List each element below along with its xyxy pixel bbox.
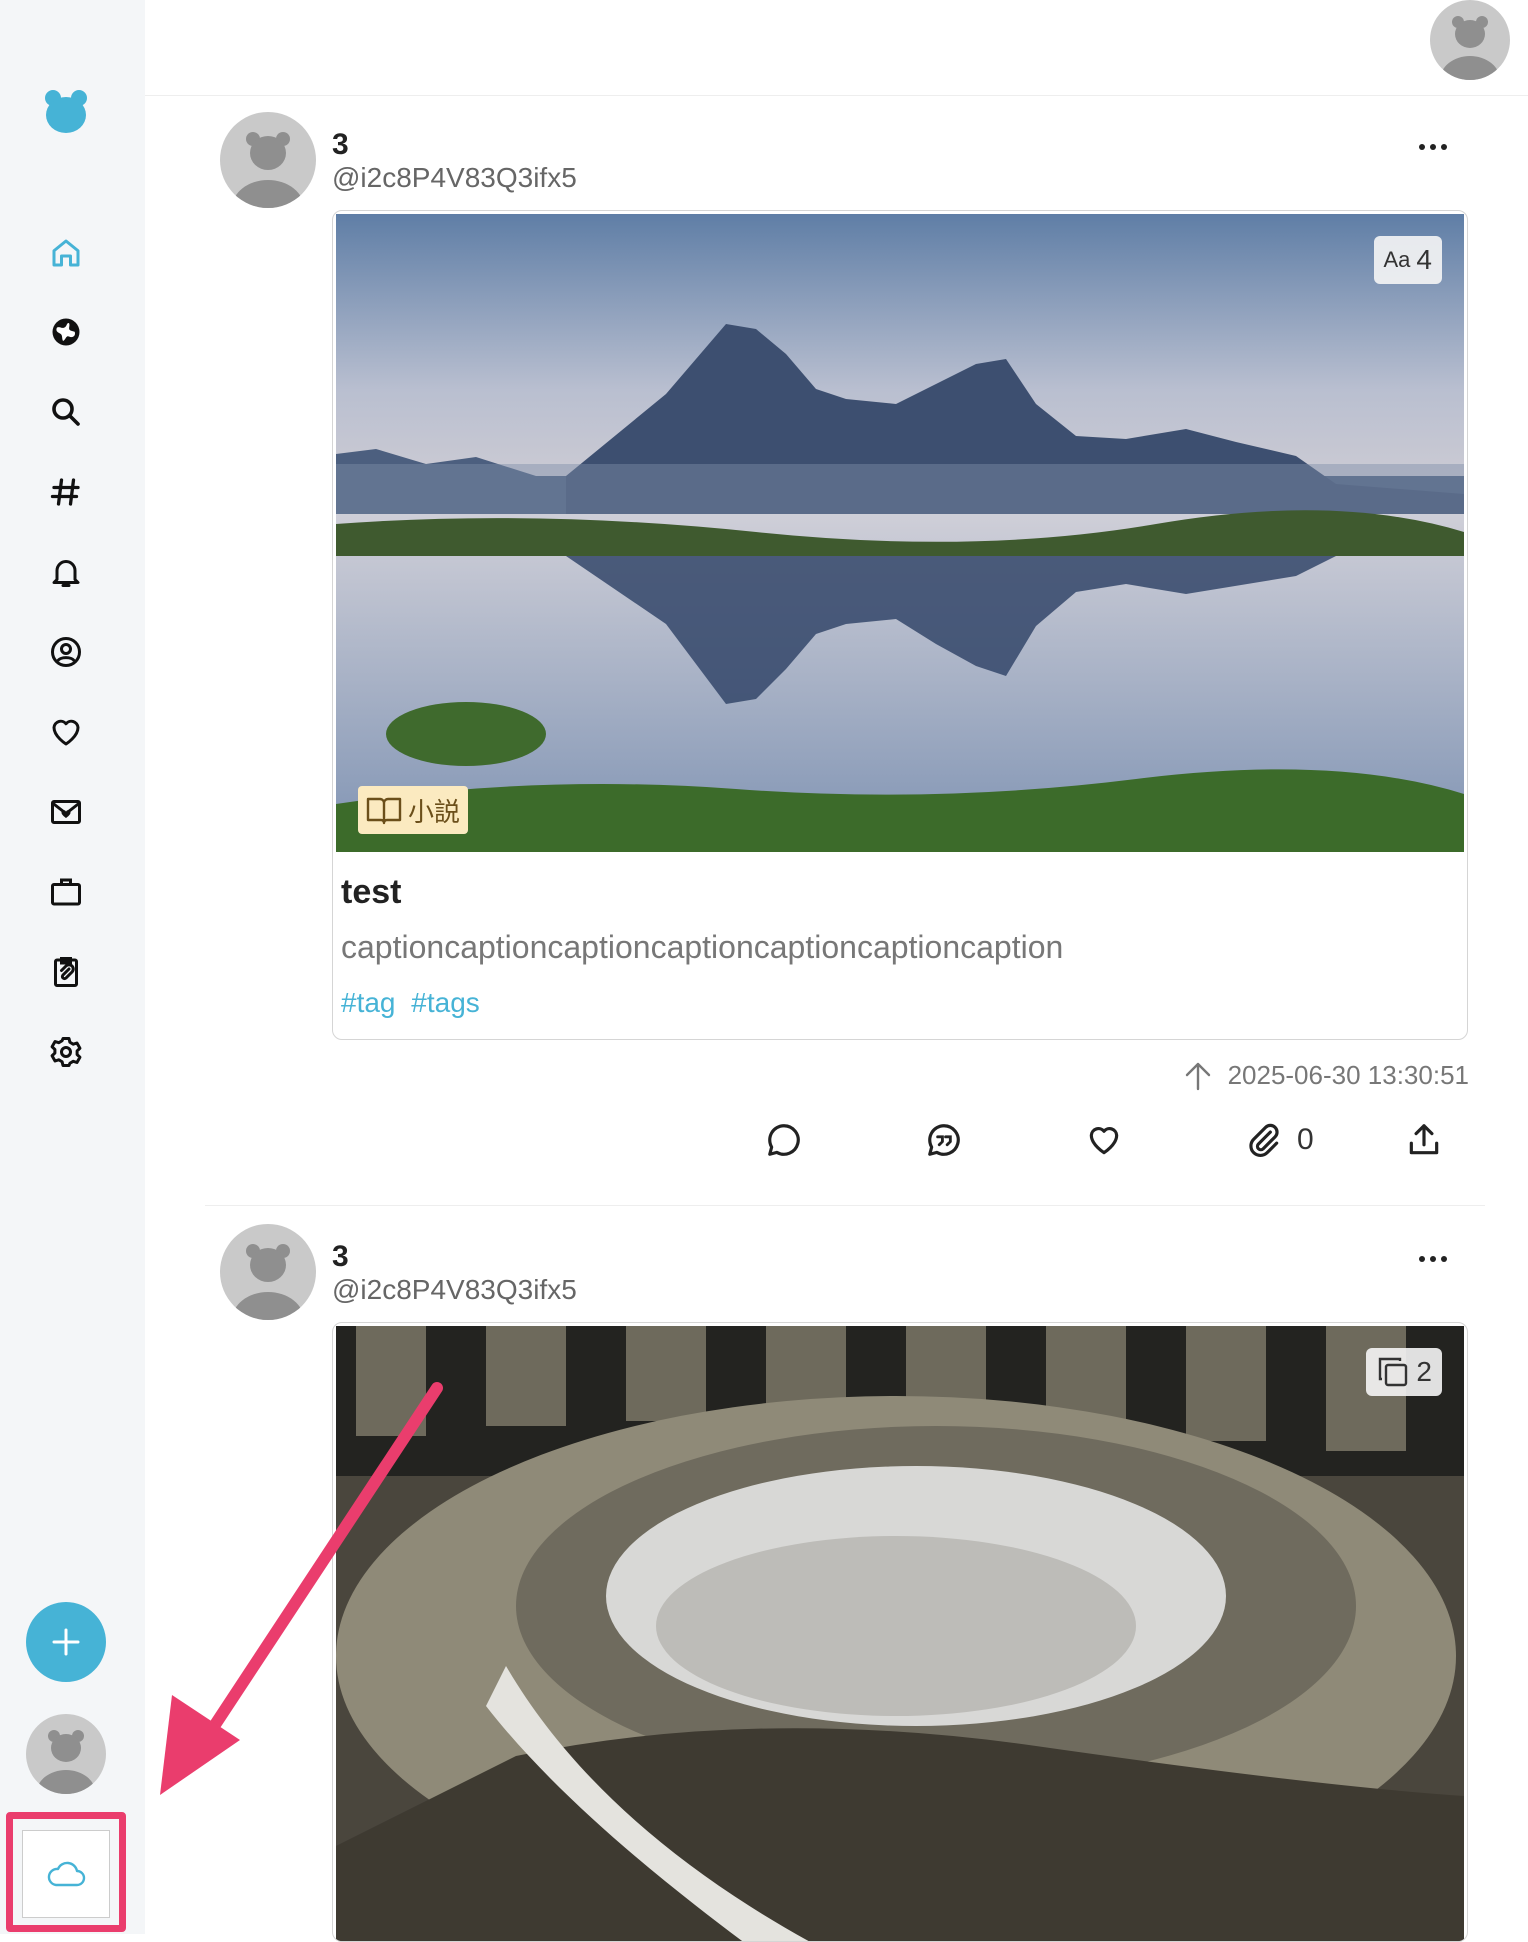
tag-link[interactable]: #tag bbox=[341, 987, 396, 1018]
heart-icon[interactable] bbox=[46, 712, 86, 752]
genre-label: 小説 bbox=[408, 796, 461, 827]
mail-heart-icon[interactable] bbox=[46, 792, 86, 832]
author-name[interactable]: 3 bbox=[332, 128, 349, 162]
search-icon[interactable] bbox=[46, 392, 86, 432]
text-count-badge: Aa 4 bbox=[1373, 236, 1442, 284]
open-book-icon bbox=[366, 797, 402, 825]
sidebar-user-avatar[interactable] bbox=[26, 1714, 106, 1794]
globe-icon[interactable] bbox=[46, 312, 86, 352]
author-handle[interactable]: @i2c8P4V83Q3ifx5 bbox=[332, 1274, 577, 1306]
share-button[interactable] bbox=[1405, 1110, 1443, 1170]
author-avatar[interactable] bbox=[220, 112, 316, 208]
post-card[interactable]: Aa 4 小説 test captioncaptioncaptioncaptio… bbox=[332, 210, 1468, 1040]
post-title: test bbox=[341, 873, 402, 911]
bookmark-count: 0 bbox=[1297, 1123, 1314, 1156]
bookmark-button[interactable]: 0 bbox=[1245, 1110, 1314, 1170]
plus-icon bbox=[52, 1628, 80, 1656]
post-image-architecture[interactable]: 2 bbox=[336, 1326, 1464, 1941]
cloud-icon bbox=[47, 1861, 86, 1887]
author-avatar[interactable] bbox=[220, 1224, 316, 1320]
bear-logo-icon[interactable] bbox=[44, 88, 88, 134]
ellipsis-icon bbox=[1419, 1256, 1447, 1262]
quote-bubble-icon bbox=[928, 1124, 960, 1156]
post-caption: captioncaptioncaptioncaptioncaptioncapti… bbox=[341, 929, 1064, 965]
author-name[interactable]: 3 bbox=[332, 1240, 349, 1274]
post-actions: 0 bbox=[205, 1110, 1485, 1170]
share-upload-icon bbox=[1409, 1124, 1439, 1155]
arrow-up-icon bbox=[1185, 1062, 1210, 1090]
post-timestamp: 2025-06-30 13:30:51 bbox=[1184, 1060, 1469, 1091]
hashtag-icon[interactable] bbox=[46, 472, 86, 512]
paperclip-icon bbox=[1249, 1123, 1279, 1158]
post-card[interactable]: 2 bbox=[332, 1322, 1468, 1942]
speech-bubble-icon bbox=[768, 1124, 800, 1156]
clipboard-icon[interactable] bbox=[46, 952, 86, 992]
multi-image-badge: 2 bbox=[1366, 1348, 1442, 1396]
post-tags: #tag #tags bbox=[341, 987, 488, 1019]
bell-icon[interactable] bbox=[46, 552, 86, 592]
more-options-button[interactable] bbox=[1405, 1244, 1461, 1274]
genre-badge: 小説 bbox=[358, 786, 469, 834]
tag-link[interactable]: #tags bbox=[411, 987, 480, 1018]
post-image-landscape[interactable]: Aa 4 小説 bbox=[336, 214, 1464, 852]
badge-count: 2 bbox=[1416, 1356, 1432, 1387]
heart-icon bbox=[1089, 1127, 1119, 1155]
more-options-button[interactable] bbox=[1405, 132, 1461, 162]
timestamp-text: 2025-06-30 13:30:51 bbox=[1227, 1060, 1469, 1090]
topbar bbox=[145, 0, 1528, 96]
sidebar bbox=[0, 0, 145, 1934]
text-icon: Aa bbox=[1383, 247, 1411, 272]
quote-button[interactable] bbox=[925, 1110, 963, 1170]
author-handle[interactable]: @i2c8P4V83Q3ifx5 bbox=[332, 162, 577, 194]
post: 3 @i2c8P4V83Q3ifx5 bbox=[205, 110, 1485, 1206]
ellipsis-icon bbox=[1419, 144, 1447, 150]
compose-button[interactable] bbox=[26, 1602, 106, 1682]
copy-stack-icon bbox=[1379, 1357, 1408, 1387]
gear-icon[interactable] bbox=[46, 1032, 86, 1072]
annotation-arrow bbox=[160, 1382, 443, 1795]
user-circle-icon[interactable] bbox=[46, 632, 86, 672]
badge-count: 4 bbox=[1416, 244, 1432, 275]
cloud-button[interactable] bbox=[22, 1830, 110, 1918]
briefcase-icon[interactable] bbox=[46, 872, 86, 912]
home-icon[interactable] bbox=[46, 233, 86, 273]
reply-button[interactable] bbox=[765, 1110, 803, 1170]
header-user-avatar[interactable] bbox=[1430, 0, 1510, 80]
like-button[interactable] bbox=[1085, 1110, 1123, 1170]
